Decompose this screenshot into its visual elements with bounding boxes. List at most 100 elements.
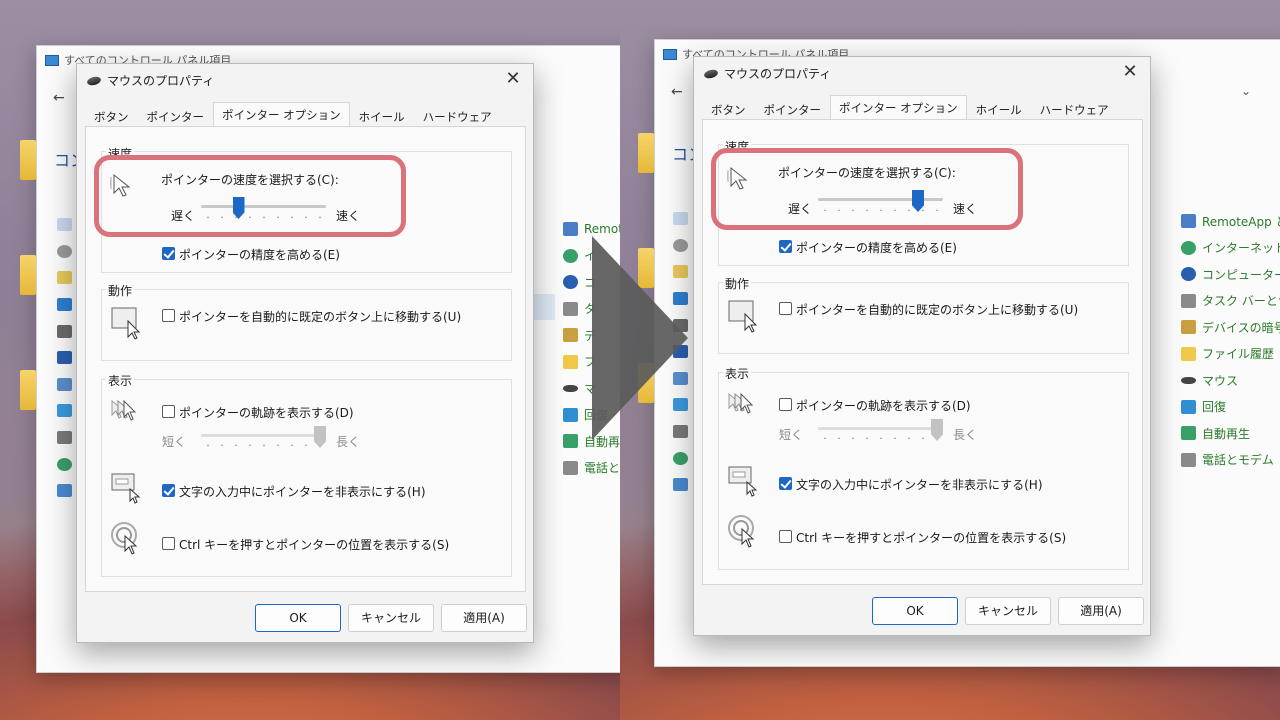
ctrl-locate-checkbox[interactable] [779, 530, 792, 543]
snap-to-checkbox[interactable] [779, 302, 792, 315]
action-group [718, 282, 1129, 354]
precision-label: ポインターの精度を高める(E) [796, 241, 957, 255]
remote-icon [57, 484, 72, 497]
display-icon [57, 378, 72, 391]
hide-typing-icon [111, 473, 141, 504]
trails-label: ポインターの軌跡を表示する(D) [179, 406, 354, 420]
cp-item-phone-modem[interactable]: 電話とモデム [1181, 447, 1280, 474]
cp-item-autoplay[interactable]: 自動再生 [1181, 420, 1280, 447]
right-panel: すべてのコントロール パネル項目 ← ⌄ コン RemoteApp と インター… [620, 0, 1280, 720]
snap-to-checkbox[interactable] [162, 309, 175, 322]
precision-checkbox[interactable] [779, 240, 792, 253]
cp-item-internet[interactable]: インターネット オ [1181, 235, 1280, 262]
ok-button[interactable]: OK [255, 604, 341, 632]
trails-checkbox[interactable] [779, 398, 792, 411]
action-group-label: 動作 [723, 275, 752, 292]
cp-item-recovery[interactable]: 回復 [1181, 394, 1280, 421]
hide-typing-checkbox[interactable] [162, 484, 175, 497]
java-icon [673, 212, 688, 225]
remoteapp-icon [563, 222, 578, 237]
mouse-icon [563, 384, 578, 392]
snap-to-icon [728, 300, 758, 333]
pointer-options-page: 速度 ポインターの速度を選択する(C): 遅く 速く ポインターの精度を高める(… [702, 119, 1143, 585]
short-label: 短く [779, 428, 804, 442]
ctrl-locate-checkbox[interactable] [162, 537, 175, 550]
cancel-button[interactable]: キャンセル [348, 604, 434, 632]
precision-checkbox[interactable] [162, 247, 175, 260]
tab-wheel[interactable]: ホイール [967, 98, 1031, 120]
trails-slider-ticks [818, 437, 943, 439]
control-panel-items: RemoteApp と インターネット オ コンピューターの簡 タスク バーとナ… [1181, 208, 1280, 473]
cp-item-accessibility[interactable]: コンピューターの簡 [1181, 261, 1280, 288]
left-panel: すべてのコントロール パネル項目 ← コン Remot イ コ タ デ フ マ … [0, 0, 620, 720]
action-group [101, 289, 512, 361]
tab-strip: ボタン ポインター ポインター オプション ホイール ハードウェア [702, 95, 1118, 120]
mouse-properties-dialog: マウスのプロパティ ✕ ボタン ポインター ポインター オプション ホイール ハ… [76, 63, 534, 643]
key-icon [1181, 320, 1196, 335]
cp-item-remoteapp[interactable]: RemoteApp と [1181, 208, 1280, 235]
monitor-icon [57, 298, 72, 311]
tab-buttons[interactable]: ボタン [702, 98, 755, 120]
tab-pointers[interactable]: ポインター [138, 105, 214, 127]
desktop-folder-icon [638, 133, 654, 173]
trails-checkbox[interactable] [162, 405, 175, 418]
ctrl-locate-label: Ctrl キーを押すとポインターの位置を表示する(S) [796, 531, 1067, 545]
snap-to-label: ポインターを自動的に既定のボタン上に移動する(U) [796, 303, 1079, 317]
desktop-folder-icon [20, 140, 36, 180]
mail-icon [57, 271, 72, 284]
pointer-trails-icon [728, 392, 754, 414]
trails-slider-track [201, 434, 326, 437]
cp-item-phone-modem[interactable]: 電話と [563, 455, 620, 482]
locate-pointer-icon [728, 515, 755, 548]
hide-typing-checkbox[interactable] [779, 477, 792, 490]
visibility-group-label: 表示 [723, 365, 752, 382]
tab-strip: ボタン ポインター ポインター オプション ホイール ハードウェア [85, 102, 501, 127]
close-icon[interactable]: ✕ [503, 68, 523, 89]
tab-pointer-options[interactable]: ポインター オプション [830, 95, 967, 120]
globe-icon [563, 248, 578, 263]
autoplay-icon [563, 434, 578, 449]
chevron-down-icon[interactable]: ⌄ [1241, 84, 1251, 98]
pointer-trails-icon [111, 399, 137, 421]
internet-icon [673, 452, 688, 465]
tab-buttons[interactable]: ボタン [85, 105, 138, 127]
tab-hardware[interactable]: ハードウェア [414, 105, 501, 127]
dialog-title: マウスのプロパティ [86, 72, 214, 89]
tab-hardware[interactable]: ハードウェア [1031, 98, 1118, 120]
locate-pointer-icon [111, 522, 138, 555]
short-label: 短く [162, 435, 187, 449]
hide-typing-label: 文字の入力中にポインターを非表示にする(H) [796, 478, 1043, 492]
cp-item-device-encryption[interactable]: デバイスの暗号化 [1181, 314, 1280, 341]
apply-button[interactable]: 適用(A) [1058, 597, 1144, 625]
recovery-icon [563, 407, 578, 422]
cancel-button[interactable]: キャンセル [965, 597, 1051, 625]
ctrl-locate-label: Ctrl キーを押すとポインターの位置を表示する(S) [179, 538, 450, 552]
mouse-icon [86, 74, 102, 87]
tab-pointer-options[interactable]: ポインター オプション [213, 102, 350, 127]
desktop-folder-icon [20, 255, 36, 295]
cp-item-file-history[interactable]: ファイル履歴 [1181, 341, 1280, 368]
apply-button[interactable]: 適用(A) [441, 604, 527, 632]
back-arrow-icon[interactable]: ← [671, 84, 683, 100]
tab-pointers[interactable]: ポインター [755, 98, 831, 120]
close-icon[interactable]: ✕ [1120, 61, 1140, 82]
mouse-icon [1181, 376, 1196, 384]
autoplay-icon [1181, 426, 1196, 441]
pointer-options-page: 速度 ポインターの速度を選択する(C): 遅く 速く ポインターの精度を高める(… [85, 126, 526, 592]
security-icon [57, 404, 72, 417]
accessibility-icon [1181, 267, 1196, 282]
network-icon [57, 351, 72, 364]
trails-slider-track [818, 427, 943, 430]
tab-wheel[interactable]: ホイール [350, 105, 414, 127]
back-arrow-icon[interactable]: ← [53, 90, 65, 106]
cp-item-taskbar[interactable]: タスク バーとナビ [1181, 288, 1280, 315]
internet-icon [57, 458, 72, 471]
ok-button[interactable]: OK [872, 597, 958, 625]
hide-typing-icon [728, 466, 758, 497]
printer-icon [57, 325, 72, 338]
action-group-label: 動作 [106, 282, 135, 299]
storage-icon [57, 431, 72, 444]
recovery-icon [1181, 399, 1196, 414]
phone-icon [1181, 452, 1196, 467]
cp-item-mouse[interactable]: マウス [1181, 367, 1280, 394]
